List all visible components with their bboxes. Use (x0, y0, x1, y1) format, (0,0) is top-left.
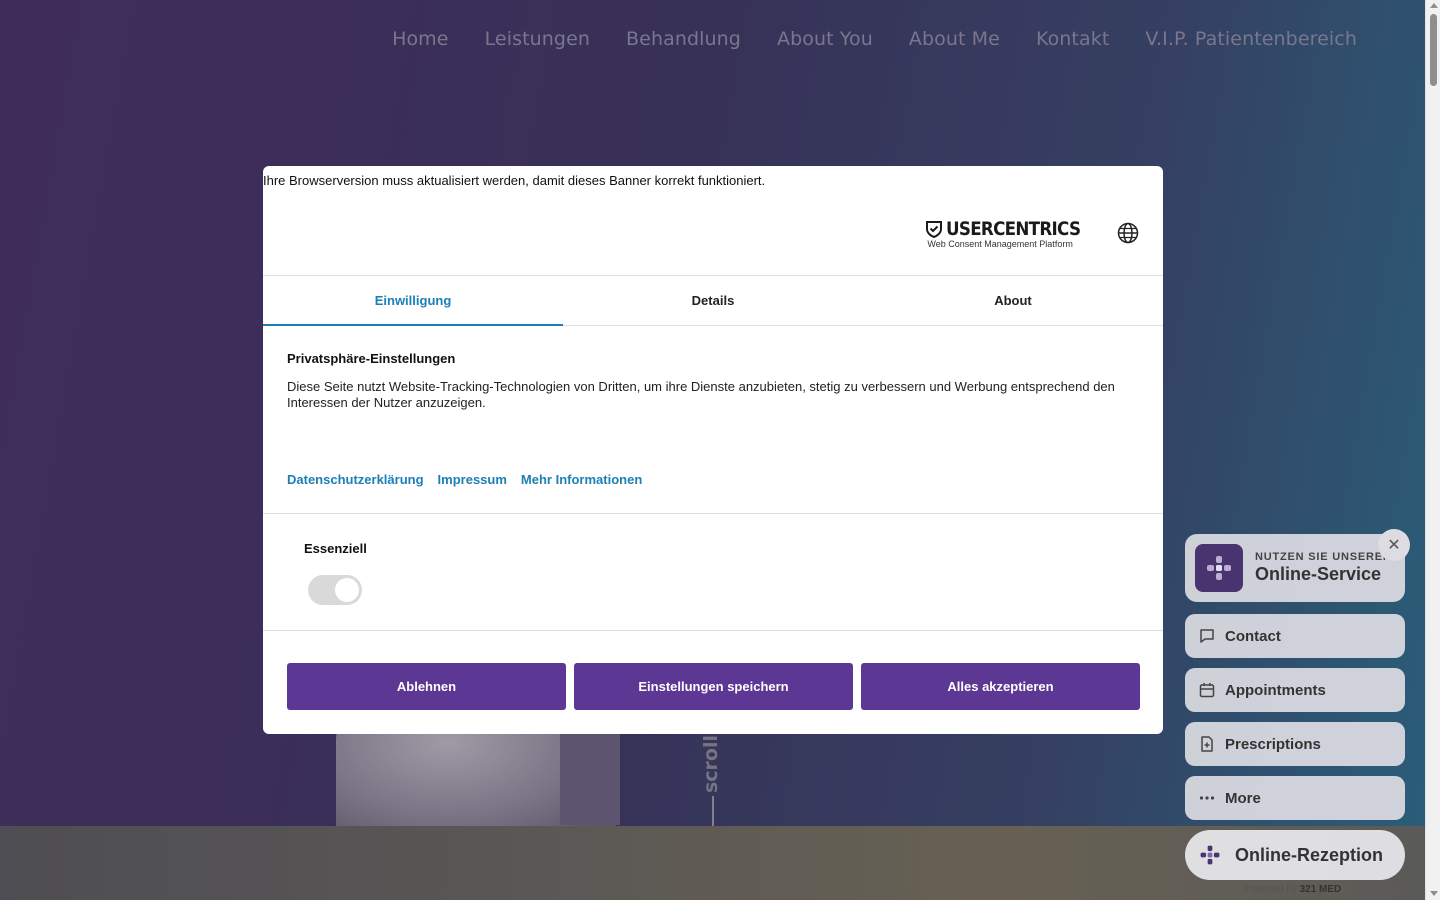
prescriptions-label: Prescriptions (1225, 735, 1321, 753)
more-button[interactable]: More (1185, 776, 1405, 820)
close-icon[interactable]: ✕ (1378, 529, 1410, 561)
scroll-up-arrow-icon[interactable] (1430, 3, 1438, 8)
medical-cross-icon (1207, 556, 1231, 580)
contact-label: Contact (1225, 627, 1281, 645)
essential-toggle[interactable] (308, 575, 362, 605)
link-datenschutzerklaerung[interactable]: Datenschutzerklärung (287, 472, 424, 487)
link-impressum[interactable]: Impressum (438, 472, 507, 487)
appointments-button[interactable]: Appointments (1185, 668, 1405, 712)
powered-by-prefix: Powered by (1244, 884, 1297, 895)
essential-category-label: Essenziell (304, 541, 367, 556)
medical-cross-logo (1195, 544, 1243, 592)
more-label: More (1225, 789, 1261, 807)
prescriptions-button[interactable]: Prescriptions (1185, 722, 1405, 766)
brand-name: USERCENTRICS (946, 218, 1081, 240)
consent-tabs: Einwilligung Details About (263, 275, 1163, 326)
powered-by-brand: 321 MED (1299, 884, 1342, 895)
usercentrics-logo: USERCENTRICS Web Consent Management Plat… (926, 218, 1099, 249)
shield-check-icon (926, 220, 943, 238)
privacy-settings-title: Privatsphäre-Einstellungen (287, 351, 456, 366)
page-scrollbar[interactable] (1425, 0, 1440, 900)
divider (263, 513, 1163, 514)
calendar-icon (1199, 683, 1215, 698)
scrollbar-thumb[interactable] (1430, 14, 1437, 86)
online-rezeption-label: Online-Rezeption (1235, 844, 1383, 865)
privacy-settings-text: Diese Seite nutzt Website-Tracking-Techn… (287, 379, 1115, 410)
brand-subtitle: Web Consent Management Platform (927, 239, 1073, 249)
save-settings-button[interactable]: Einstellungen speichern (574, 663, 853, 710)
globe-icon[interactable] (1117, 222, 1139, 244)
consent-links: Datenschutzerklärung Impressum Mehr Info… (287, 472, 642, 487)
online-rezeption-button[interactable]: Online-Rezeption (1185, 830, 1405, 880)
accept-all-button[interactable]: Alles akzeptieren (861, 663, 1140, 710)
reject-button[interactable]: Ablehnen (287, 663, 566, 710)
online-service-card[interactable]: NUTZEN SIE UNSEREN Online-Service (1185, 534, 1405, 602)
online-service-kicker: NUTZEN SIE UNSEREN (1255, 551, 1392, 563)
toggle-knob (335, 578, 359, 602)
chat-bubble-icon (1200, 629, 1214, 643)
more-dots-icon (1199, 796, 1215, 800)
consent-buttons: Ablehnen Einstellungen speichern Alles a… (287, 663, 1140, 710)
appointments-label: Appointments (1225, 681, 1326, 699)
consent-dialog: Ihre Browserversion muss aktualisiert we… (263, 166, 1163, 734)
tab-details[interactable]: Details (563, 276, 863, 325)
scroll-down-arrow-icon[interactable] (1430, 891, 1438, 896)
prescription-document-icon (1201, 736, 1213, 752)
contact-button[interactable]: Contact (1185, 614, 1405, 658)
online-service-title: Online-Service (1255, 564, 1382, 584)
link-mehr-informationen[interactable]: Mehr Informationen (521, 472, 642, 487)
divider (263, 630, 1163, 631)
browser-update-note: Ihre Browserversion muss aktualisiert we… (263, 173, 766, 188)
tab-einwilligung[interactable]: Einwilligung (263, 276, 563, 326)
tab-about[interactable]: About (863, 276, 1163, 325)
consent-content: Privatsphäre-Einstellungen Diese Seite n… (287, 351, 1137, 411)
medical-cross-icon (1200, 845, 1220, 865)
powered-by-note[interactable]: Powered by 321 MED (1244, 884, 1341, 895)
